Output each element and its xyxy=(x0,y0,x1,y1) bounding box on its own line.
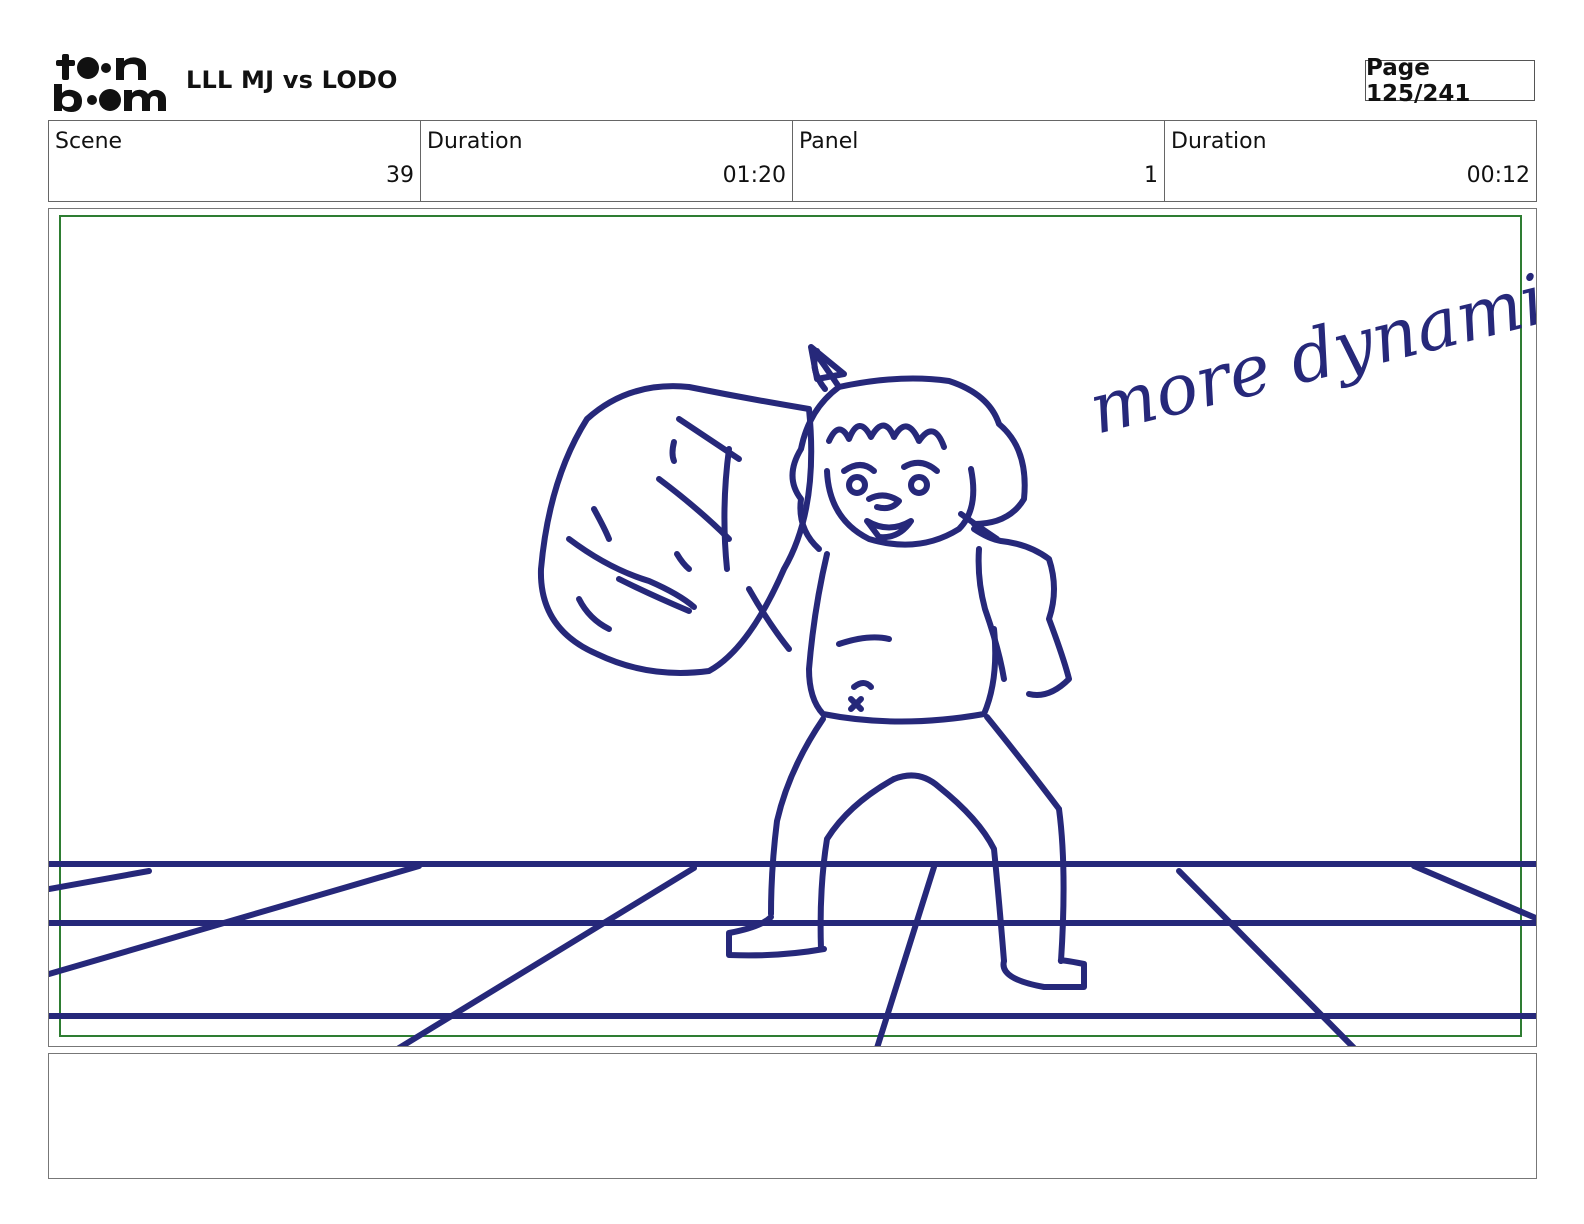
scene-label: Scene xyxy=(55,129,123,154)
project-title: LLL MJ vs LODO xyxy=(186,66,398,94)
character-drawing xyxy=(726,344,1087,990)
panel-cell: Panel 1 xyxy=(793,121,1165,201)
sack-drawing xyxy=(537,383,815,676)
panel-duration-cell: Duration 00:12 xyxy=(1165,121,1536,201)
scene-cell: Scene 39 xyxy=(49,121,421,201)
annotation-more-dynamic: more dynamic! xyxy=(1081,242,1537,450)
panel-notes-area[interactable] xyxy=(48,1053,1537,1179)
scene-duration-label: Duration xyxy=(427,129,523,154)
page-indicator: Page 125/241 xyxy=(1365,55,1535,107)
panel-info-bar: Scene 39 Duration 01:20 Panel 1 Duration… xyxy=(48,120,1537,202)
toon-boom-logo xyxy=(54,54,166,112)
storyboard-panel: more dynamic! xyxy=(48,208,1537,1047)
svg-text:more dynamic!: more dynamic! xyxy=(1081,242,1537,450)
panel-label: Panel xyxy=(799,129,859,154)
scene-duration-cell: Duration 01:20 xyxy=(421,121,793,201)
panel-duration-label: Duration xyxy=(1171,129,1267,154)
panel-value: 1 xyxy=(1144,163,1158,188)
scene-value: 39 xyxy=(386,163,414,188)
panel-duration-value: 00:12 xyxy=(1466,163,1530,188)
scene-duration-value: 01:20 xyxy=(722,163,786,188)
panel-sketch: more dynamic! xyxy=(49,215,1537,1046)
